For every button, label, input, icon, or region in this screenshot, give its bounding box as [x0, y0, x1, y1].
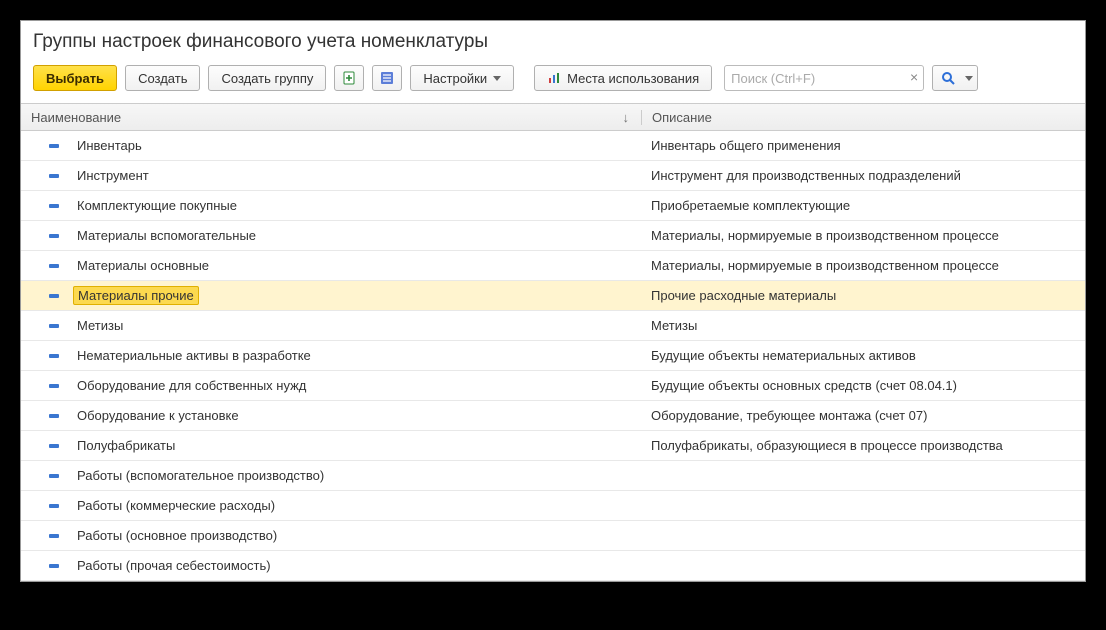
table-row[interactable]: Работы (вспомогательное производство) [21, 461, 1085, 491]
cell-name: Материалы основные [21, 257, 641, 274]
cell-desc: Будущие объекты нематериальных активов [641, 348, 1085, 363]
chevron-down-icon [493, 76, 501, 81]
cell-name: Материалы вспомогательные [21, 227, 641, 244]
cell-name: Инструмент [21, 167, 641, 184]
table-row[interactable]: Материалы прочие Прочие расходные материа… [21, 281, 1085, 311]
table-row[interactable]: Работы (основное производство) [21, 521, 1085, 551]
table-row[interactable]: Полуфабрикаты Полуфабрикаты, образующиеся… [21, 431, 1085, 461]
item-icon [47, 501, 61, 511]
cell-name: Комплектующие покупные [21, 197, 641, 214]
row-name-text: Полуфабрикаты [73, 437, 179, 454]
cell-name: Оборудование к установке [21, 407, 641, 424]
cell-name: Нематериальные активы в разработке [21, 347, 641, 364]
cell-name: Работы (вспомогательное производство) [21, 467, 641, 484]
item-icon [47, 291, 61, 301]
table-row[interactable]: Работы (коммерческие расходы) [21, 491, 1085, 521]
table-row[interactable]: Оборудование к установке Оборудование, тр… [21, 401, 1085, 431]
item-icon [47, 561, 61, 571]
column-header-desc[interactable]: Описание [641, 110, 1085, 125]
row-name-text: Работы (вспомогательное производство) [73, 467, 328, 484]
search-wrap: × [724, 65, 924, 91]
usage-label: Места использования [567, 71, 699, 86]
cell-desc: Оборудование, требующее монтажа (счет 07… [641, 408, 1085, 423]
chart-icon [547, 71, 561, 85]
item-icon [47, 201, 61, 211]
usage-button[interactable]: Места использования [534, 65, 712, 91]
item-icon [47, 351, 61, 361]
row-name-text: Работы (коммерческие расходы) [73, 497, 279, 514]
search-dropdown-button[interactable] [932, 65, 978, 91]
cell-name: Материалы прочие [21, 286, 641, 305]
row-name-text: Метизы [73, 317, 127, 334]
cell-name: Работы (коммерческие расходы) [21, 497, 641, 514]
item-icon [47, 171, 61, 181]
item-icon [47, 411, 61, 421]
row-name-text: Материалы вспомогательные [73, 227, 260, 244]
column-header-name[interactable]: Наименование ↓ [21, 110, 641, 125]
cell-name: Полуфабрикаты [21, 437, 641, 454]
row-name-text: Инвентарь [73, 137, 146, 154]
row-name-text: Инструмент [73, 167, 153, 184]
sort-asc-icon: ↓ [623, 110, 630, 125]
settings-button[interactable]: Настройки [410, 65, 514, 91]
row-name-text: Комплектующие покупные [73, 197, 241, 214]
row-name-text: Работы (прочая себестоимость) [73, 557, 275, 574]
row-name-text: Оборудование к установке [73, 407, 243, 424]
row-name-text: Работы (основное производство) [73, 527, 281, 544]
item-icon [47, 441, 61, 451]
item-icon [47, 231, 61, 241]
cell-name: Оборудование для собственных нужд [21, 377, 641, 394]
table-row[interactable]: Нематериальные активы в разработке Будущи… [21, 341, 1085, 371]
toolbar: Выбрать Создать Создать группу Настройки… [21, 65, 1085, 103]
item-icon [47, 261, 61, 271]
magnifier-icon [941, 71, 955, 85]
row-name-text: Оборудование для собственных нужд [73, 377, 310, 394]
list-view-button[interactable] [372, 65, 402, 91]
cell-name: Инвентарь [21, 137, 641, 154]
cell-desc: Полуфабрикаты, образующиеся в процессе п… [641, 438, 1085, 453]
row-name-text: Материалы основные [73, 257, 213, 274]
row-name-text: Материалы прочие [73, 286, 199, 305]
table-body: Инвентарь Инвентарь общего применения Инст… [21, 131, 1085, 581]
cell-desc: Материалы, нормируемые в производственно… [641, 228, 1085, 243]
chevron-down-icon [965, 76, 973, 81]
cell-desc: Материалы, нормируемые в производственно… [641, 258, 1085, 273]
create-button[interactable]: Создать [125, 65, 200, 91]
table-row[interactable]: Материалы основные Материалы, нормируемые… [21, 251, 1085, 281]
table-row[interactable]: Комплектующие покупные Приобретаемые комп… [21, 191, 1085, 221]
table-header: Наименование ↓ Описание [21, 103, 1085, 131]
table-row[interactable]: Инструмент Инструмент для производственны… [21, 161, 1085, 191]
table-row[interactable]: Метизы Метизы [21, 311, 1085, 341]
item-icon [47, 141, 61, 151]
plus-sheet-icon [341, 70, 357, 86]
settings-label: Настройки [423, 71, 487, 86]
cell-desc: Будущие объекты основных средств (счет 0… [641, 378, 1085, 393]
table-row[interactable]: Инвентарь Инвентарь общего применения [21, 131, 1085, 161]
cell-desc: Приобретаемые комплектующие [641, 198, 1085, 213]
cell-name: Работы (основное производство) [21, 527, 641, 544]
create-group-button[interactable]: Создать группу [208, 65, 326, 91]
item-icon [47, 321, 61, 331]
cell-desc: Прочие расходные материалы [641, 288, 1085, 303]
cell-name: Работы (прочая себестоимость) [21, 557, 641, 574]
row-name-text: Нематериальные активы в разработке [73, 347, 315, 364]
cell-desc: Метизы [641, 318, 1085, 333]
list-icon [379, 70, 395, 86]
cell-desc: Инструмент для производственных подразде… [641, 168, 1085, 183]
copy-button[interactable] [334, 65, 364, 91]
table-row[interactable]: Работы (прочая себестоимость) [21, 551, 1085, 581]
item-icon [47, 471, 61, 481]
search-input[interactable] [724, 65, 924, 91]
table-row[interactable]: Материалы вспомогательные Материалы, норм… [21, 221, 1085, 251]
page-title: Группы настроек финансового учета номенк… [21, 21, 1085, 65]
app-window: Группы настроек финансового учета номенк… [20, 20, 1086, 582]
item-icon [47, 531, 61, 541]
cell-name: Метизы [21, 317, 641, 334]
cell-desc: Инвентарь общего применения [641, 138, 1085, 153]
select-button[interactable]: Выбрать [33, 65, 117, 91]
clear-search-button[interactable]: × [910, 69, 918, 85]
table-row[interactable]: Оборудование для собственных нужд Будущие… [21, 371, 1085, 401]
item-icon [47, 381, 61, 391]
